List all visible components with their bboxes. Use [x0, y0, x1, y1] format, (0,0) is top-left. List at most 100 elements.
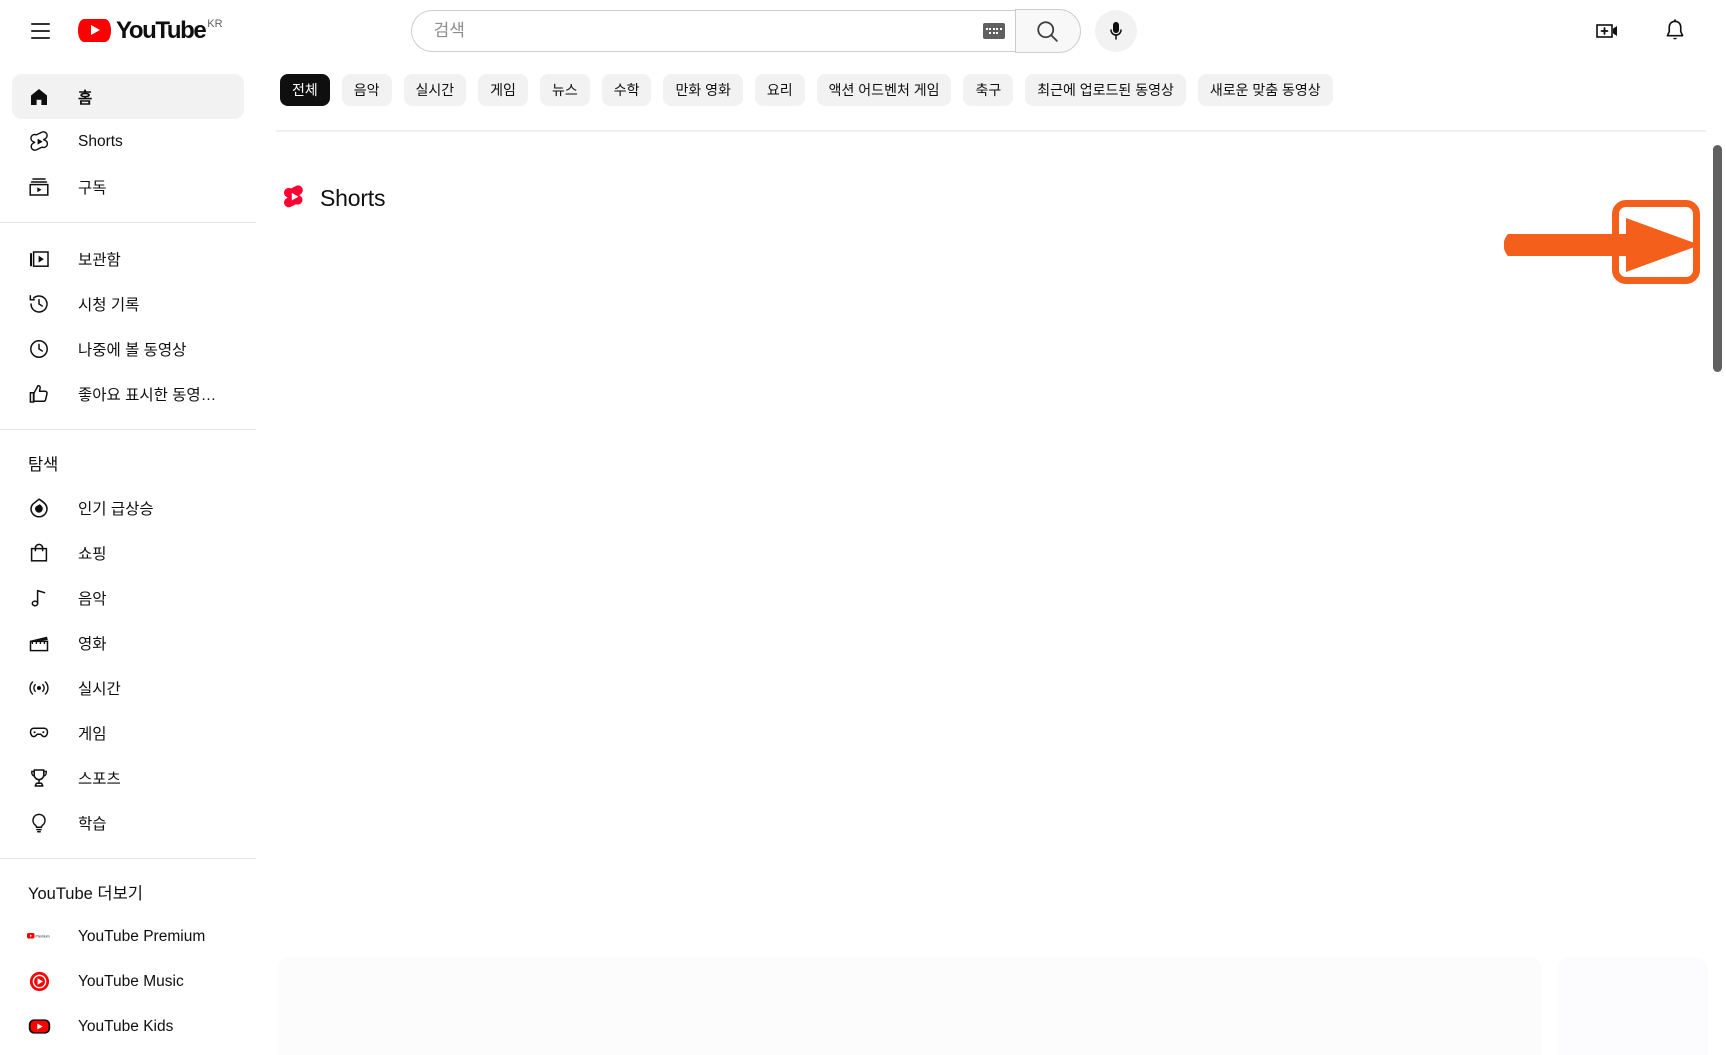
filter-chip-animation[interactable]: 만화 영화	[663, 74, 743, 106]
trophy-icon	[26, 765, 52, 791]
movie-clapper-icon	[26, 630, 52, 656]
bell-icon	[1666, 19, 1684, 40]
sidebar-item-label: 스포츠	[78, 770, 121, 788]
shorts-shelf-title: Shorts	[320, 184, 386, 211]
trending-icon	[26, 495, 52, 521]
watch-later-icon	[26, 336, 52, 362]
sidebar-item-label: YouTube Kids	[78, 1017, 174, 1035]
sidebar-divider-1	[0, 222, 256, 223]
shorts-icon	[26, 129, 52, 155]
sidebar-item-youtube-music[interactable]: YouTube Music	[12, 959, 244, 1004]
youtube-logo-text: YouTube	[116, 17, 207, 44]
voice-search-button[interactable]	[1094, 10, 1137, 52]
youtube-play-logo-icon	[78, 19, 111, 42]
create-video-icon	[1596, 24, 1617, 38]
sidebar-item-label: 학습	[78, 815, 107, 833]
sidebar-item-label: 시청 기록	[78, 296, 140, 314]
library-icon	[26, 246, 52, 272]
header-actions	[1586, 10, 1696, 52]
sidebar-section-more-title: YouTube 더보기	[28, 885, 143, 903]
sidebar-item-youtube-kids[interactable]: YouTube Kids	[12, 1004, 244, 1049]
filter-chip-recently-uploaded[interactable]: 최근에 업로드된 동영상	[1025, 74, 1186, 106]
sidebar-item-library[interactable]: 보관함	[12, 236, 244, 281]
youtube-music-icon	[26, 969, 52, 995]
main-content: 전체 음악 실시간 게임 뉴스 수학 만화 영화 요리 액션 어드벤처 게임 축…	[256, 62, 1726, 1055]
music-note-icon	[26, 585, 52, 611]
sidebar-item-label: 홈	[78, 89, 93, 107]
filter-chip-new-to-you[interactable]: 새로운 맞춤 동영상	[1197, 74, 1333, 106]
sidebar-item-label: 좋아요 표시한 동영…	[78, 386, 217, 404]
history-icon	[26, 291, 52, 317]
sidebar-item-history[interactable]: 시청 기록	[12, 281, 244, 326]
filter-chip-cooking[interactable]: 요리	[754, 74, 805, 106]
shopping-bag-icon	[26, 540, 52, 566]
shorts-shelf-title-group: Shorts	[280, 183, 385, 213]
sidebar-divider-2	[0, 429, 256, 430]
shorts-placeholder-card	[1558, 957, 1708, 1055]
search-zone	[410, 9, 1137, 53]
shorts-placeholder-row	[278, 957, 1708, 1055]
sidebar-item-label: Shorts	[78, 132, 123, 150]
youtube-logo-country: KR	[207, 18, 223, 30]
sidebar-item-watch-later[interactable]: 나중에 볼 동영상	[12, 326, 244, 371]
search-box[interactable]	[410, 10, 1015, 52]
shorts-shelf-header: Shorts	[256, 155, 1726, 241]
close-x-icon	[1647, 233, 1665, 251]
svg-text:Premium: Premium	[35, 935, 49, 939]
keyboard-icon[interactable]	[982, 23, 1005, 39]
shelf-top-divider	[276, 130, 1706, 132]
filter-chip-news[interactable]: 뉴스	[539, 74, 590, 106]
sidebar-item-youtube-premium[interactable]: Premium YouTube Premium	[12, 914, 244, 959]
sidebar-item-label: 인기 급상승	[78, 500, 154, 518]
sidebar-item-shorts[interactable]: Shorts	[12, 119, 244, 164]
sidebar-item-label: 나중에 볼 동영상	[78, 341, 187, 359]
lightbulb-icon	[26, 810, 52, 836]
filter-chip-action-adventure-games[interactable]: 액션 어드벤처 게임	[816, 74, 952, 106]
sidebar-item-label: 실시간	[78, 680, 121, 698]
search-input[interactable]	[433, 21, 983, 41]
hamburger-menu-icon[interactable]	[18, 9, 62, 53]
filter-chip-live[interactable]: 실시간	[403, 74, 467, 106]
filter-chip-soccer[interactable]: 축구	[963, 74, 1014, 106]
sidebar-item-liked-videos[interactable]: 좋아요 표시한 동영…	[12, 371, 244, 416]
sidebar-item-label: YouTube Music	[78, 972, 184, 990]
sidebar-item-learning[interactable]: 학습	[12, 800, 244, 845]
notifications-button[interactable]	[1654, 10, 1696, 52]
sidebar-item-shopping[interactable]: 쇼핑	[12, 530, 244, 575]
sidebar-item-subscriptions[interactable]: 구독	[12, 164, 244, 209]
sidebar-item-sports[interactable]: 스포츠	[12, 755, 244, 800]
sidebar-item-live[interactable]: 실시간	[12, 665, 244, 710]
filter-chip-gaming[interactable]: 게임	[478, 74, 528, 106]
create-video-button[interactable]	[1586, 10, 1628, 52]
sidebar-item-label: 쇼핑	[78, 545, 107, 563]
sidebar-item-label: 게임	[78, 725, 107, 743]
page-scrollbar[interactable]	[1710, 62, 1724, 1055]
sidebar-item-trending[interactable]: 인기 급상승	[12, 485, 244, 530]
shorts-shelf-close-button[interactable]	[1628, 214, 1684, 270]
shorts-logo-icon	[280, 183, 307, 213]
filter-chips-bar: 전체 음악 실시간 게임 뉴스 수학 만화 영화 요리 액션 어드벤처 게임 축…	[256, 62, 1726, 118]
home-icon	[26, 84, 52, 110]
youtube-premium-icon: Premium	[26, 924, 52, 950]
sidebar-item-label: 음악	[78, 590, 107, 608]
search-icon	[1037, 20, 1058, 42]
sidebar-item-label: YouTube Premium	[78, 927, 206, 945]
filter-chip-all[interactable]: 전체	[280, 74, 330, 106]
filter-chip-math[interactable]: 수학	[601, 74, 652, 106]
sidebar-item-gaming[interactable]: 게임	[12, 710, 244, 755]
sidebar-item-music[interactable]: 음악	[12, 575, 244, 620]
youtube-logo[interactable]: YouTube KR	[78, 9, 223, 53]
sidebar-item-label: 보관함	[78, 251, 121, 269]
sidebar-item-movies[interactable]: 영화	[12, 620, 244, 665]
filter-chip-music[interactable]: 음악	[341, 74, 392, 106]
thumbs-up-icon	[26, 381, 52, 407]
microphone-icon	[1109, 22, 1122, 40]
subscriptions-icon	[26, 174, 52, 200]
sidebar-item-label: 구독	[78, 179, 107, 197]
sidebar-item-home[interactable]: 홈	[12, 74, 244, 119]
search-submit-button[interactable]	[1014, 9, 1081, 53]
sidebar-item-label: 영화	[78, 635, 107, 653]
live-broadcast-icon	[26, 675, 52, 701]
sidebar-navigation: 홈 Shorts 구독 보관함 시청 기록 나중에 볼 동영상 좋아요 표시한 …	[0, 62, 256, 1055]
page-scrollbar-thumb[interactable]	[1713, 145, 1722, 372]
